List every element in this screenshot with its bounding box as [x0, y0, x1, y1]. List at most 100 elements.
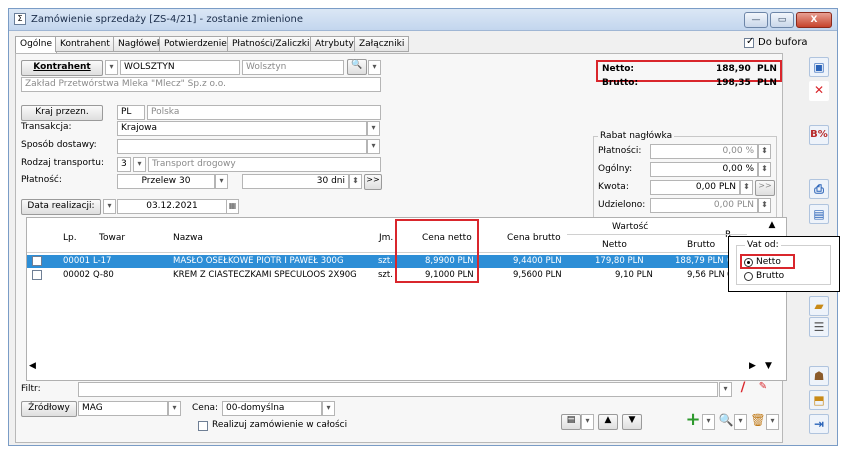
kontrahent-city-field[interactable]: Wolsztyn: [242, 60, 344, 75]
search-dropdown[interactable]: ▾: [368, 60, 381, 75]
cena-select[interactable]: 00-domyślna: [222, 401, 322, 416]
rabat-udzielono-stepper: ⬍: [758, 198, 771, 213]
header-cena-brutto[interactable]: Cena brutto: [507, 233, 561, 243]
vat-netto-radio[interactable]: [744, 258, 753, 267]
close-button[interactable]: X: [796, 12, 832, 28]
delete-dropdown[interactable]: ▾: [766, 414, 779, 430]
tab-potwierdzenie[interactable]: Potwierdzenie: [159, 36, 232, 52]
users-icon[interactable]: ☗: [809, 366, 829, 386]
search-button[interactable]: 🔍: [347, 59, 367, 75]
import-dropdown[interactable]: ▾: [581, 414, 594, 430]
brutto-currency: PLN: [757, 78, 777, 88]
cena-dropdown[interactable]: ▾: [322, 401, 335, 416]
sposob-dropdown[interactable]: ▾: [367, 139, 380, 154]
kraj-code-field[interactable]: PL: [117, 105, 145, 120]
save-icon[interactable]: ▣: [809, 57, 829, 77]
add-icon[interactable]: +: [684, 411, 702, 430]
document-icon[interactable]: ▤: [809, 204, 829, 224]
move-down-icon[interactable]: ▼: [622, 414, 642, 430]
print-icon[interactable]: ⎙: [809, 179, 829, 199]
row-checkbox[interactable]: [32, 256, 42, 266]
data-realizacji-field[interactable]: 03.12.2021: [117, 199, 227, 214]
tab-platnosci[interactable]: Płatności/Zaliczki: [227, 36, 315, 52]
add-dropdown[interactable]: ▾: [702, 414, 715, 430]
scroll-down-icon[interactable]: ▼: [765, 361, 777, 373]
kontrahent-button[interactable]: Kontrahent: [21, 60, 103, 76]
transport-dropdown[interactable]: ▾: [133, 157, 146, 172]
rabat-kwota-field[interactable]: 0,00 PLN: [650, 180, 740, 195]
minimize-button[interactable]: —: [744, 12, 768, 28]
filtr-dropdown[interactable]: ▾: [719, 382, 732, 397]
header-lp[interactable]: Lp.: [63, 233, 77, 243]
filtr-label: Filtr:: [21, 384, 41, 394]
cell-netto: 9,10 PLN: [615, 270, 653, 280]
kontrahent-code-field[interactable]: WOLSZTYN: [120, 60, 240, 75]
import-icon[interactable]: ▤: [561, 414, 581, 430]
delete-icon[interactable]: 🗑: [750, 413, 766, 429]
scroll-left-icon[interactable]: ◀: [29, 361, 41, 373]
transport-label: Rodzaj transportu:: [21, 158, 104, 168]
rabat-platnosci-field[interactable]: 0,00 %: [650, 144, 758, 159]
header-brutto[interactable]: Brutto: [687, 240, 715, 250]
pin-icon[interactable]: ⇥: [809, 414, 829, 434]
platnosc-select[interactable]: Przelew 30: [117, 174, 215, 189]
filter-settings-icon[interactable]: ✎: [755, 381, 771, 397]
vat-brutto-radio[interactable]: [744, 272, 753, 281]
do-bufora-checkbox[interactable]: ✓: [744, 36, 754, 48]
rabat-ogolny-field[interactable]: 0,00 %: [650, 162, 758, 177]
folder-icon[interactable]: ▰: [809, 296, 829, 316]
kontrahent-dropdown[interactable]: ▾: [105, 60, 118, 75]
data-realizacji-button[interactable]: Data realizacji:: [21, 199, 101, 215]
transport-name-field[interactable]: Transport drogowy: [148, 157, 381, 172]
attach-icon[interactable]: ⬒: [809, 390, 829, 410]
header-jm[interactable]: Jm.: [379, 233, 393, 243]
scroll-up-icon[interactable]: ▲: [763, 220, 781, 234]
date-picker[interactable]: ▦: [226, 199, 239, 214]
do-bufora-label: Do bufora: [758, 37, 808, 48]
kraj-button[interactable]: Kraj przezn.: [21, 105, 103, 121]
rabat-kwota-stepper[interactable]: ⬍: [740, 180, 753, 195]
sposob-select[interactable]: [117, 139, 367, 154]
cell-brutto: 188,79 PLN: [675, 256, 724, 266]
header-nazwa[interactable]: Nazwa: [173, 233, 203, 243]
cell-brutto: 9,56 PLN: [687, 270, 725, 280]
maximize-button[interactable]: ▭: [770, 12, 794, 28]
tab-ogolne[interactable]: Ogólne: [15, 36, 58, 54]
search-list-dropdown[interactable]: ▾: [734, 414, 747, 430]
zrodlowy-dropdown[interactable]: ▾: [168, 401, 181, 416]
row-checkbox[interactable]: [32, 270, 42, 280]
platnosc-days-field[interactable]: 30 dni: [242, 174, 349, 189]
rabat-ogolny-stepper[interactable]: ⬍: [758, 162, 771, 177]
move-up-icon[interactable]: ▲: [598, 414, 618, 430]
kraj-name-field[interactable]: Polska: [147, 105, 381, 120]
sposob-label: Sposób dostawy:: [21, 140, 97, 150]
data-realizacji-dropdown[interactable]: ▾: [103, 199, 116, 214]
rabat-percent-icon[interactable]: B%: [809, 125, 829, 145]
platnosc-dropdown[interactable]: ▾: [215, 174, 228, 189]
tab-kontrahent[interactable]: Kontrahent: [55, 36, 115, 52]
platnosc-more-button[interactable]: >>: [364, 174, 382, 190]
transakcja-select[interactable]: Krajowa: [117, 121, 367, 136]
zrodlowy-button[interactable]: Źródłowy: [21, 401, 77, 417]
cancel-icon[interactable]: ✕: [809, 81, 829, 101]
search-list-icon[interactable]: 🔍: [718, 413, 734, 429]
days-stepper[interactable]: ⬍: [349, 174, 362, 189]
rabat-kwota-more[interactable]: >>: [755, 180, 775, 196]
tab-zalaczniki[interactable]: Załączniki: [354, 36, 410, 52]
scroll-right-icon[interactable]: ▶: [749, 361, 761, 373]
cell-nazwa: KREM Z CIASTECZKAMI SPECULOOS 2X90G: [173, 270, 357, 280]
clear-filter-icon[interactable]: ∕: [735, 381, 751, 397]
realizuj-checkbox[interactable]: [198, 421, 208, 431]
list-icon[interactable]: ☰: [809, 317, 829, 337]
tab-atrybuty[interactable]: Atrybuty: [310, 36, 359, 52]
header-netto[interactable]: Netto: [602, 240, 627, 250]
header-towar[interactable]: Towar: [99, 233, 125, 243]
filtr-field[interactable]: [78, 382, 718, 397]
kontrahent-name-field[interactable]: Zakład Przetwórstwa Mleka "Mlecz" Sp.z o…: [21, 77, 381, 92]
cena-netto-highlight: [395, 219, 479, 283]
transport-code-field[interactable]: 3: [117, 157, 131, 172]
rabat-platnosci-stepper[interactable]: ⬍: [758, 144, 771, 159]
transakcja-dropdown[interactable]: ▾: [367, 121, 380, 136]
cell-netto: 179,80 PLN: [595, 256, 644, 266]
zrodlowy-select[interactable]: MAG: [78, 401, 168, 416]
